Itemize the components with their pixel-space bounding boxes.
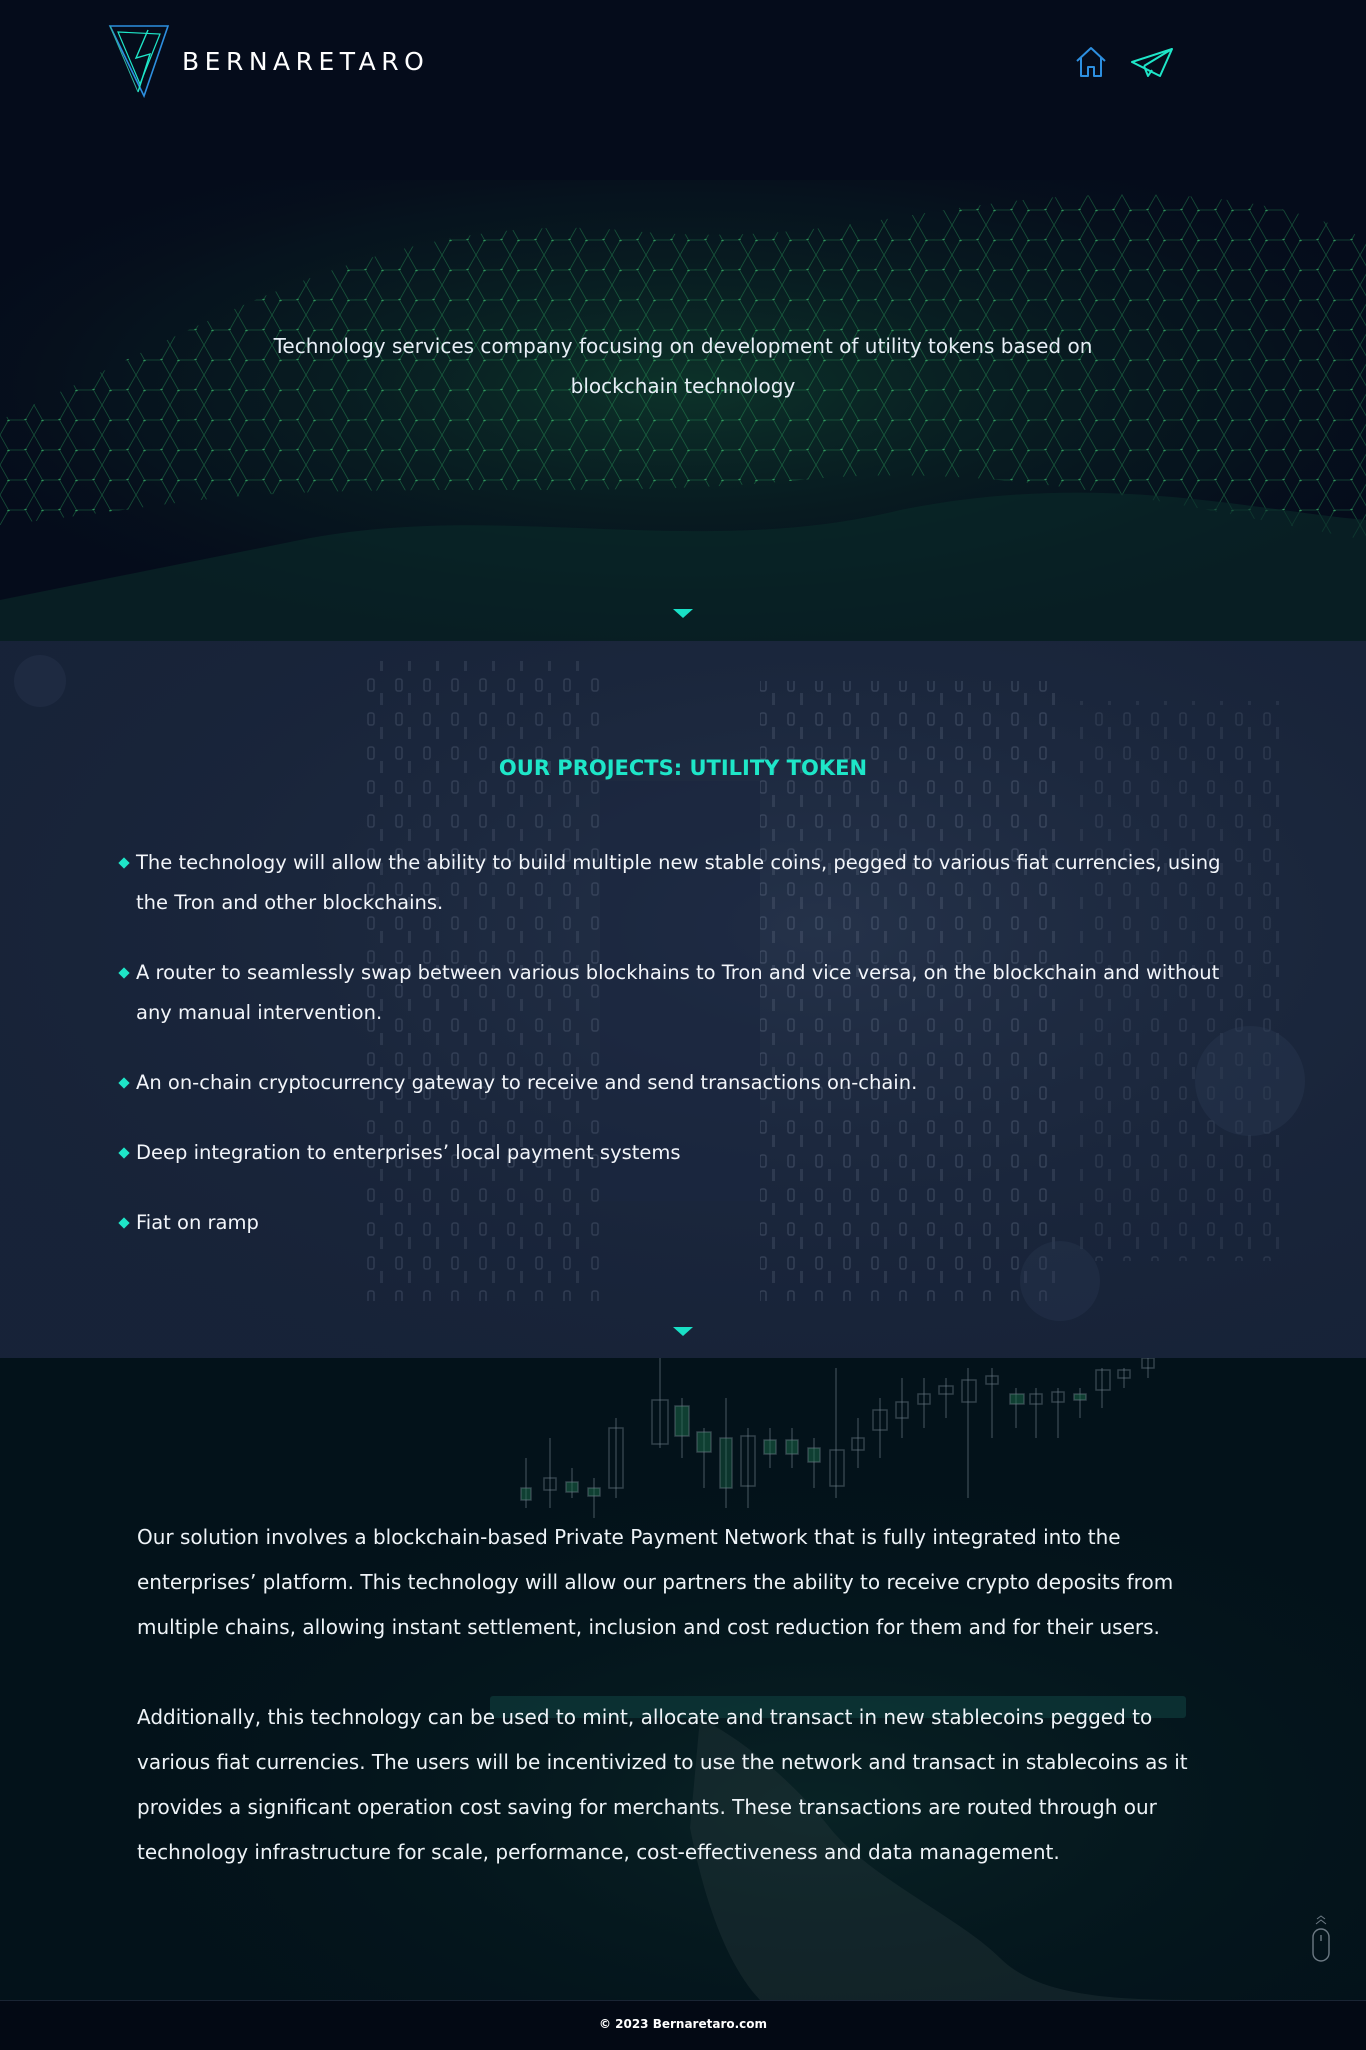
list-item-text: Fiat on ramp <box>136 1211 259 1234</box>
projects-title-prefix: OUR PROJECTS: <box>498 756 690 781</box>
list-item: Fiat on ramp <box>118 1203 1248 1243</box>
solution-section: Our solution involves a blockchain-based… <box>0 1358 1366 2000</box>
projects-section: OUR PROJECTS: UTILITY TOKEN The technolo… <box>0 641 1366 1358</box>
list-item: An on-chain cryptocurrency gateway to re… <box>118 1063 1248 1103</box>
list-item: Deep integration to enterprises’ local p… <box>118 1133 1248 1173</box>
diamond-bullet-icon <box>118 967 130 979</box>
diamond-bullet-icon <box>118 857 130 869</box>
list-item-text: The technology will allow the ability to… <box>136 851 1221 914</box>
diamond-bullet-icon <box>118 1217 130 1229</box>
home-icon[interactable] <box>1073 44 1109 80</box>
hero-section: BERNARETARO Technology services company … <box>0 0 1366 641</box>
copyright-text: © 2023 Bernaretaro.com <box>598 2017 768 2031</box>
projects-list: The technology will allow the ability to… <box>118 843 1248 1273</box>
list-item-text: An on-chain cryptocurrency gateway to re… <box>136 1071 918 1094</box>
solution-text: Our solution involves a blockchain-based… <box>137 1515 1197 1920</box>
scroll-down-arrow[interactable] <box>673 1327 693 1336</box>
solution-paragraph: Our solution involves a blockchain-based… <box>137 1525 1174 1639</box>
hero-network-mesh-background <box>0 180 1366 641</box>
paper-plane-icon[interactable] <box>1130 46 1174 80</box>
brand-name: BERNARETARO <box>182 46 430 76</box>
diamond-bullet-icon <box>118 1147 130 1159</box>
scroll-down-arrow[interactable] <box>673 609 693 618</box>
scroll-mouse-icon[interactable] <box>1310 1915 1332 1965</box>
site-footer: © 2023 Bernaretaro.com <box>0 2000 1366 2050</box>
projects-title: OUR PROJECTS: UTILITY TOKEN <box>0 756 1366 780</box>
list-item: The technology will allow the ability to… <box>118 843 1248 923</box>
brand-logo[interactable]: BERNARETARO <box>108 24 429 98</box>
diamond-bullet-icon <box>118 1077 130 1089</box>
solution-paragraph: Additionally, this technology can be use… <box>137 1705 1188 1864</box>
site-header: BERNARETARO <box>0 0 1366 120</box>
triangle-logo-icon <box>108 25 170 98</box>
list-item: A router to seamlessly swap between vari… <box>118 953 1248 1033</box>
hero-tagline: Technology services company focusing on … <box>273 334 1093 398</box>
list-item-text: Deep integration to enterprises’ local p… <box>136 1141 681 1164</box>
projects-title-highlight: UTILITY TOKEN <box>689 756 868 781</box>
list-item-text: A router to seamlessly swap between vari… <box>136 961 1220 1024</box>
